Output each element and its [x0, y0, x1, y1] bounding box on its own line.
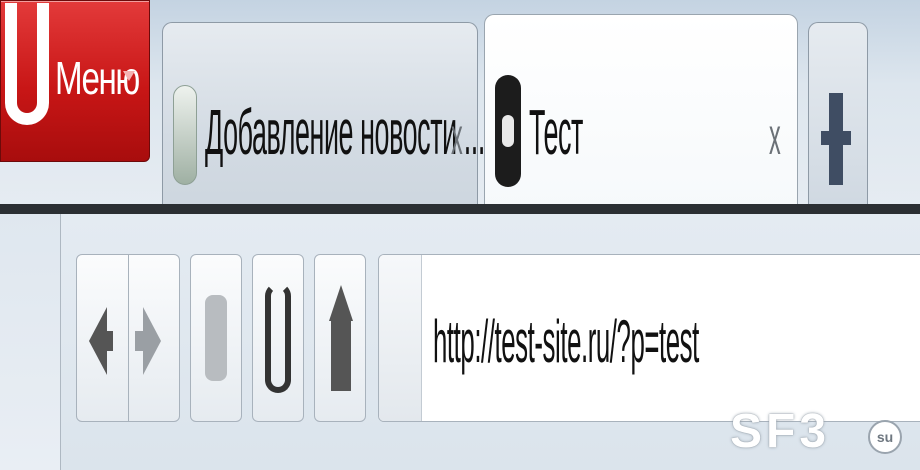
tab-test[interactable]: Тест x [484, 14, 798, 212]
address-url[interactable]: http://test-site.ru/?p=test [433, 307, 699, 376]
tab-news[interactable]: Добавление новости ... x [162, 22, 485, 212]
home-icon [329, 285, 353, 391]
forward-button[interactable] [129, 255, 180, 421]
back-forward-group [76, 254, 180, 422]
tab-close-button[interactable]: x [451, 107, 463, 167]
tabbar-divider [0, 204, 920, 214]
tab-title: Добавление новости ... [205, 96, 485, 168]
arrow-left-icon [89, 307, 113, 375]
disc-icon [495, 75, 521, 187]
opera-logo-icon [5, 3, 49, 125]
reload-button[interactable] [252, 254, 304, 422]
address-bar[interactable]: http://test-site.ru/?p=test [378, 254, 920, 422]
watermark-badge: su [868, 420, 902, 454]
plus-icon [821, 93, 851, 185]
keys-button[interactable] [190, 254, 242, 422]
key-icon [205, 295, 227, 381]
tab-close-button[interactable]: x [769, 107, 781, 167]
arrow-right-icon [135, 307, 161, 375]
address-bar-info-area[interactable] [379, 255, 422, 421]
reload-icon [265, 283, 291, 393]
tab-title: Тест [529, 96, 583, 168]
home-button[interactable] [314, 254, 366, 422]
globe-icon [173, 85, 197, 185]
back-button[interactable] [77, 255, 128, 421]
caret-down-icon [123, 71, 135, 81]
watermark-logo: SF3 [730, 405, 831, 458]
new-tab-button[interactable] [808, 22, 868, 212]
opera-menu-button[interactable]: Меню [0, 0, 150, 162]
